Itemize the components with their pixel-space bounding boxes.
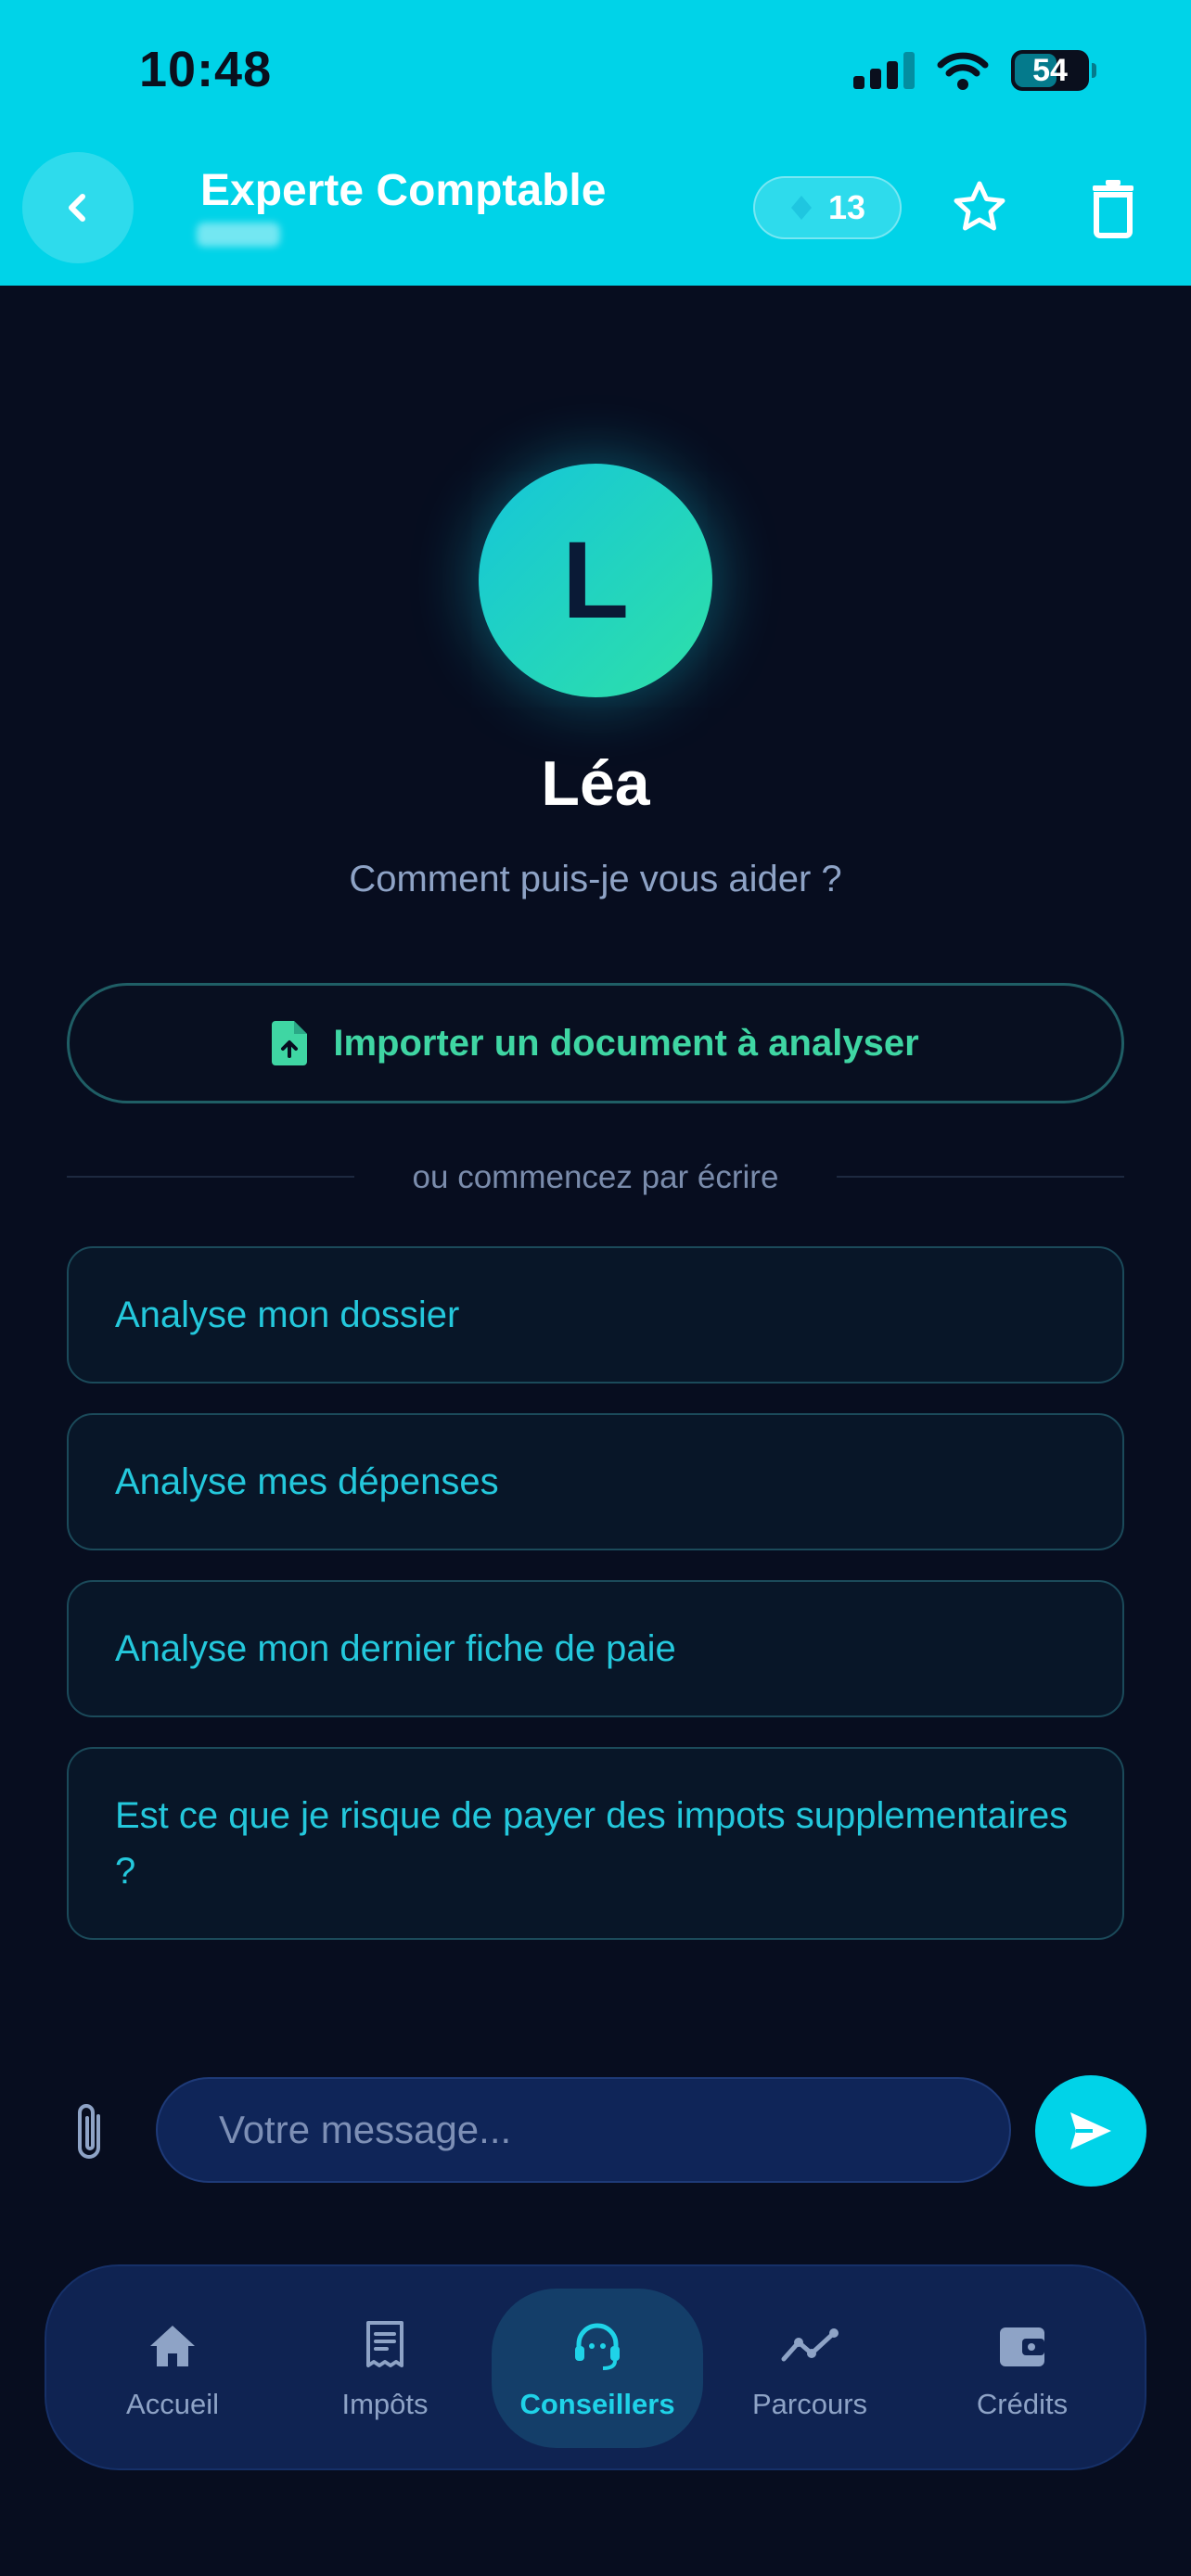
- favorite-star-icon[interactable]: [948, 176, 1011, 239]
- redacted-subtitle: [197, 223, 280, 247]
- back-button[interactable]: [22, 152, 134, 263]
- home-icon: [147, 2315, 198, 2377]
- import-document-label: Importer un document à analyser: [333, 1022, 919, 1064]
- credits-count: 13: [827, 188, 866, 226]
- trend-icon: [780, 2315, 839, 2377]
- page-title: Experte Comptable: [200, 166, 607, 215]
- file-upload-icon: [272, 1021, 308, 1065]
- nav-item-parcours[interactable]: Parcours: [704, 2289, 916, 2448]
- avatar-initial: L: [561, 519, 630, 642]
- nav-item-accueil[interactable]: Accueil: [67, 2289, 278, 2448]
- app-header: 10:48 54 Experte Comptable 13: [0, 0, 1191, 286]
- signal-icon: [853, 52, 915, 89]
- bottom-nav: Accueil Impôts Conseillers Parcours Créd…: [45, 2264, 1146, 2470]
- suggestion-button[interactable]: Analyse mon dossier: [67, 1246, 1124, 1384]
- nav-label: Crédits: [976, 2388, 1069, 2420]
- suggestion-button[interactable]: Analyse mon dernier fiche de paie: [67, 1580, 1124, 1717]
- wallet-icon: [996, 2315, 1048, 2377]
- send-button[interactable]: [1035, 2075, 1146, 2187]
- paperclip-icon[interactable]: [65, 2098, 117, 2168]
- suggestion-label: Analyse mes dépenses: [115, 1461, 499, 1502]
- import-document-button[interactable]: Importer un document à analyser: [67, 983, 1124, 1103]
- suggestion-label: Analyse mon dossier: [115, 1294, 460, 1335]
- chevron-left-icon: [69, 194, 85, 222]
- wifi-icon: [937, 52, 989, 90]
- nav-label: Conseillers: [519, 2388, 675, 2420]
- suggestion-label: Est ce que je risque de payer des impots…: [115, 1795, 1069, 1892]
- advisor-avatar: L: [479, 464, 712, 697]
- send-icon: [1070, 2112, 1111, 2149]
- nav-label: Impôts: [341, 2388, 429, 2420]
- nav-item-impots[interactable]: Impôts: [279, 2289, 491, 2448]
- message-input[interactable]: [156, 2077, 1011, 2183]
- diamond-icon: [790, 196, 812, 220]
- nav-item-conseillers[interactable]: Conseillers: [492, 2289, 703, 2448]
- status-icons: 54: [853, 48, 1096, 93]
- suggestion-button[interactable]: Analyse mes dépenses: [67, 1413, 1124, 1550]
- suggestion-button[interactable]: Est ce que je risque de payer des impots…: [67, 1747, 1124, 1940]
- nav-label: Accueil: [126, 2388, 219, 2420]
- receipt-icon: [361, 2315, 409, 2377]
- credits-badge[interactable]: 13: [753, 176, 902, 239]
- divider-text: ou commencez par écrire: [412, 1159, 779, 1195]
- nav-label: Parcours: [751, 2388, 868, 2420]
- suggestion-label: Analyse mon dernier fiche de paie: [115, 1628, 676, 1669]
- nav-item-credits[interactable]: Crédits: [916, 2289, 1128, 2448]
- battery-icon: 54: [1011, 50, 1096, 91]
- status-time: 10:48: [139, 42, 273, 97]
- delete-trash-icon[interactable]: [1082, 176, 1145, 239]
- advisor-name: Léa: [541, 748, 650, 819]
- headset-icon: [570, 2315, 625, 2377]
- battery-level: 54: [1032, 52, 1068, 88]
- greeting-text: Comment puis-je vous aider ?: [349, 859, 842, 899]
